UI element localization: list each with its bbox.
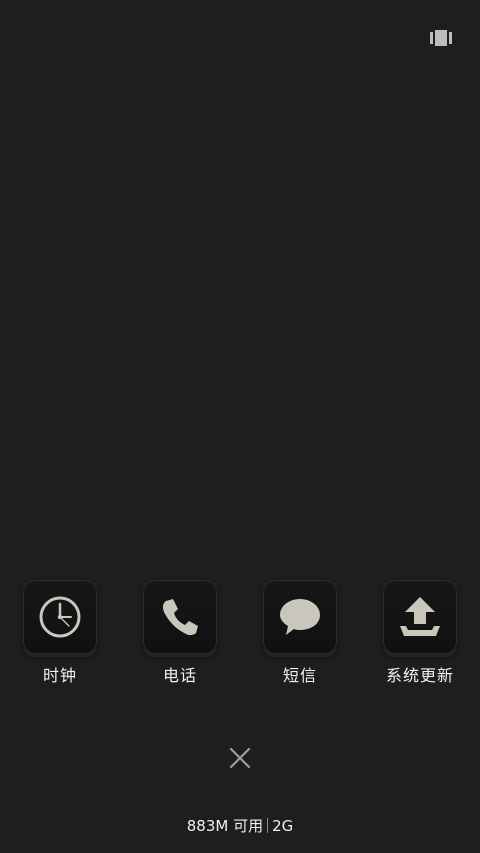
recent-app-clock[interactable]: 时钟 [10, 580, 110, 690]
app-label: 电话 [162, 666, 197, 685]
app-icon-tile [23, 580, 97, 654]
app-label: 时钟 [42, 666, 77, 685]
recent-app-phone[interactable]: 电话 [130, 580, 230, 690]
upload-update-icon [400, 597, 440, 636]
message-bubble-icon [280, 599, 320, 635]
clock-icon [39, 596, 81, 638]
memory-status: 883M 可用 2G [0, 816, 480, 836]
app-label: 短信 [282, 666, 317, 685]
recent-apps-row: 时钟 电话 短信 系统更新 [0, 580, 480, 690]
app-icon-tile [263, 580, 337, 654]
memory-total: 2G [272, 817, 294, 835]
memory-available: 883M 可用 [186, 817, 264, 835]
close-icon [229, 747, 251, 769]
app-label: 系统更新 [385, 666, 454, 685]
memory-divider [267, 818, 269, 833]
app-icon-tile [383, 580, 457, 654]
recent-app-messages[interactable]: 短信 [250, 580, 350, 690]
recent-app-system-update[interactable]: 系统更新 [370, 580, 470, 690]
phone-icon [162, 599, 198, 636]
clear-all-button[interactable] [226, 744, 254, 772]
card-layout-icon[interactable] [430, 30, 452, 46]
app-icon-tile [143, 580, 217, 654]
